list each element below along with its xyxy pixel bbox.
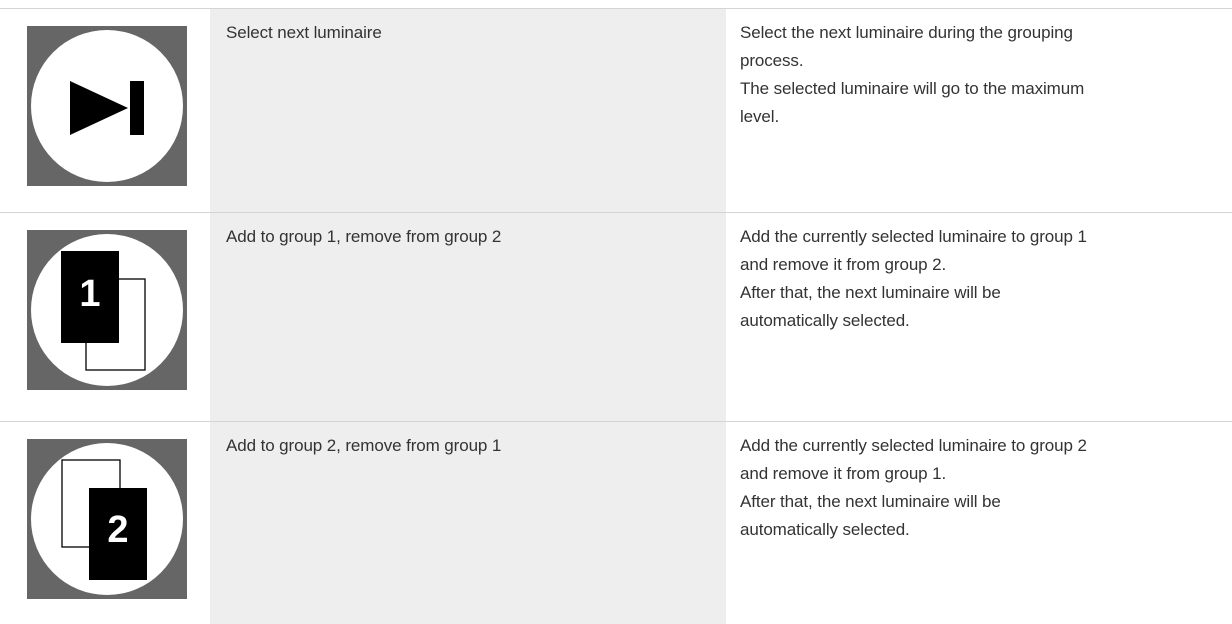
description-line: After that, the next luminaire will be — [740, 283, 1001, 302]
icon-cell: 2 — [0, 422, 210, 624]
button-reference-table: Select next luminaire Select the next lu… — [0, 0, 1232, 624]
group-1-icon: 1 — [27, 230, 187, 390]
description-line: Add the currently selected luminaire to … — [740, 436, 1087, 455]
description-line: and remove it from group 2. — [740, 255, 947, 274]
button-description: Select the next luminaire during the gro… — [740, 19, 1224, 131]
description-line: The selected luminaire will go to the ma… — [740, 79, 1085, 98]
description-line: After that, the next luminaire will be — [740, 492, 1001, 511]
description-line: and remove it from group 1. — [740, 464, 947, 483]
table-row: 1 Add to group 1, remove from group 2 Ad… — [0, 212, 1232, 421]
description-line: level. — [740, 107, 780, 126]
description-line: process. — [740, 51, 804, 70]
description-line: Select the next luminaire during the gro… — [740, 23, 1073, 42]
description-cell: Add the currently selected luminaire to … — [726, 422, 1232, 624]
name-cell: Select next luminaire — [210, 9, 726, 212]
name-cell: Add to group 2, remove from group 1 — [210, 422, 726, 624]
button-description: Add the currently selected luminaire to … — [740, 432, 1224, 544]
table-row: Select next luminaire Select the next lu… — [0, 8, 1232, 212]
skip-next-icon — [27, 26, 187, 186]
icon-cell: 1 — [0, 213, 210, 421]
button-description: Add the currently selected luminaire to … — [740, 223, 1224, 335]
button-name: Add to group 1, remove from group 2 — [226, 227, 502, 246]
description-line: automatically selected. — [740, 311, 910, 330]
table-row: 2 Add to group 2, remove from group 1 Ad… — [0, 421, 1232, 624]
description-cell: Select the next luminaire during the gro… — [726, 9, 1232, 212]
button-name: Select next luminaire — [226, 23, 382, 42]
icon-cell — [0, 9, 210, 212]
description-line: Add the currently selected luminaire to … — [740, 227, 1087, 246]
group-number: 1 — [79, 273, 100, 315]
group-2-icon: 2 — [27, 439, 187, 599]
button-name: Add to group 2, remove from group 1 — [226, 436, 502, 455]
description-line: automatically selected. — [740, 520, 910, 539]
name-cell: Add to group 1, remove from group 2 — [210, 213, 726, 421]
description-cell: Add the currently selected luminaire to … — [726, 213, 1232, 421]
group-number: 2 — [107, 509, 128, 551]
